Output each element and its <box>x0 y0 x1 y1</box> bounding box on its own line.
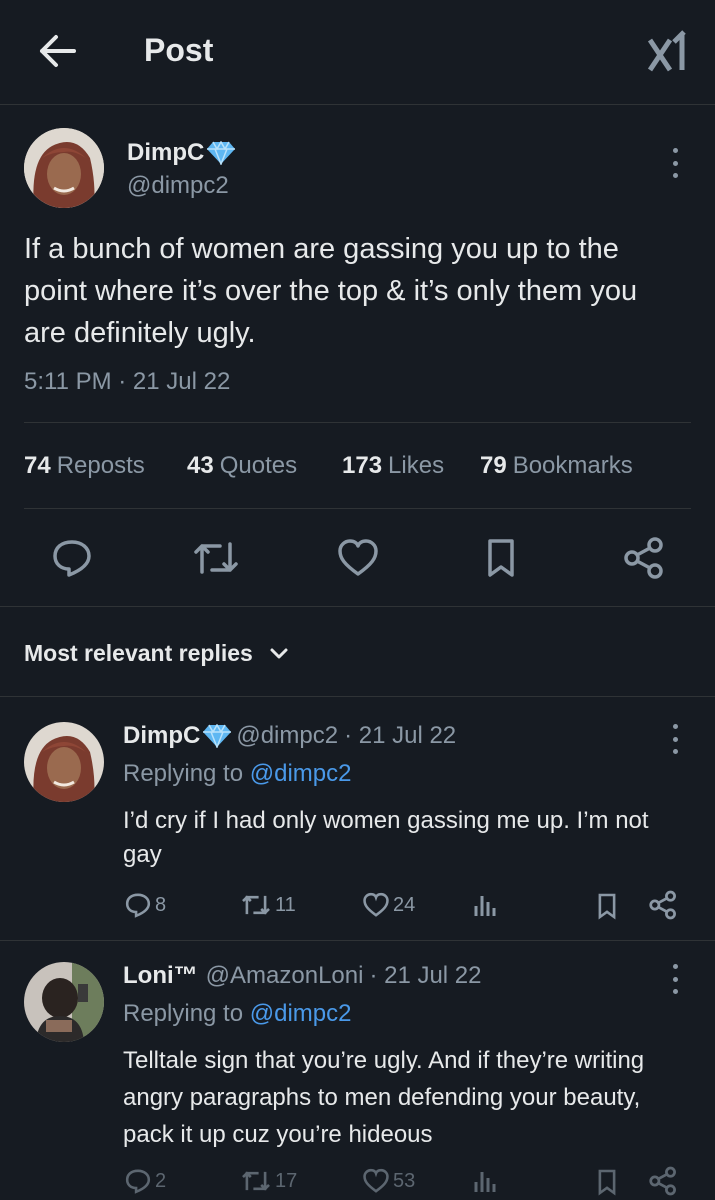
author-name-text: DimpC <box>127 139 205 166</box>
reposts-count: 11 <box>275 893 296 916</box>
like-button[interactable] <box>336 538 380 578</box>
reply-reposts-action[interactable]: 17 <box>240 1168 297 1194</box>
more-options-icon[interactable] <box>670 964 680 994</box>
filter-divider <box>0 696 715 697</box>
actions-divider <box>0 606 715 607</box>
page-title: Post <box>144 32 214 68</box>
repost-button[interactable] <box>192 538 240 578</box>
share-icon <box>649 890 676 920</box>
bookmark-button[interactable] <box>484 538 518 578</box>
stats-bottom-divider <box>24 508 691 509</box>
reply-text: I’d cry if I had only women gassing me u… <box>123 807 649 868</box>
reply-replies-action[interactable]: 8 <box>124 892 166 918</box>
reply-views-action[interactable] <box>472 892 498 918</box>
reply-bookmark-action[interactable] <box>596 892 618 920</box>
reposts-stat[interactable]: 74 Reposts <box>24 452 145 480</box>
reposts-label: Reposts <box>56 452 145 479</box>
likes-count: 53 <box>393 1169 416 1192</box>
quotes-label: Quotes <box>219 452 298 479</box>
back-button[interactable] <box>36 32 78 70</box>
reply-bookmark-action[interactable] <box>596 1168 618 1196</box>
repost-icon <box>242 895 270 915</box>
reply-icon <box>53 540 91 577</box>
like-icon <box>338 539 378 576</box>
likes-count: 24 <box>393 893 416 916</box>
reply-date[interactable]: · 21 Jul 22 <box>344 722 456 750</box>
quotes-count: 43 <box>187 452 214 479</box>
replying-to: Replying to @dimpc2 <box>123 760 351 788</box>
bookmarks-count: 79 <box>480 452 507 479</box>
diamond-icon <box>206 141 236 165</box>
replies-count: 2 <box>155 1169 167 1192</box>
reply-divider <box>0 940 715 941</box>
repost-icon <box>194 542 238 574</box>
reply-share-action[interactable] <box>648 890 678 920</box>
reply-replies-action[interactable]: 2 <box>124 1168 166 1194</box>
likes-count: 173 <box>342 452 383 479</box>
avatar[interactable] <box>24 962 104 1042</box>
avatar[interactable] <box>24 722 104 802</box>
diamond-icon <box>202 724 232 748</box>
replying-to-prefix: Replying to <box>123 1000 244 1027</box>
repost-icon <box>242 1171 270 1191</box>
replying-to-link[interactable]: @dimpc2 <box>250 1000 352 1027</box>
reply-header: DimpC @dimpc2 · 21 Jul 22 <box>123 722 456 750</box>
header-divider <box>0 104 715 105</box>
like-icon <box>363 892 389 917</box>
reply-share-action[interactable] <box>648 1166 678 1196</box>
replies-filter-dropdown[interactable]: Most relevant replies <box>24 640 289 667</box>
reply-date[interactable]: · 21 Jul 22 <box>369 962 481 990</box>
bookmarks-label: Bookmarks <box>512 452 633 479</box>
replies-filter-label: Most relevant replies <box>24 640 253 666</box>
reply-author-name[interactable]: Loni™ <box>123 962 198 990</box>
chevron-down-icon <box>269 647 289 661</box>
likes-label: Likes <box>388 452 445 479</box>
reply-reposts-action[interactable]: 11 <box>240 892 296 918</box>
reply-likes-action[interactable]: 53 <box>362 1168 415 1194</box>
replies-count: 8 <box>155 893 167 916</box>
reply-views-action[interactable] <box>472 1168 498 1194</box>
post-timestamp[interactable]: 5:11 PM · 21 Jul 22 <box>24 368 230 396</box>
reposts-count: 74 <box>24 452 51 479</box>
views-icon <box>474 896 496 916</box>
author-name[interactable]: DimpC <box>127 139 236 167</box>
more-options-icon[interactable] <box>670 724 680 754</box>
replying-to: Replying to @dimpc2 <box>123 1000 351 1028</box>
x-logo-icon[interactable] <box>648 30 688 72</box>
share-icon <box>624 537 663 579</box>
replying-to-prefix: Replying to <box>123 760 244 787</box>
reply-icon <box>125 893 151 918</box>
reply-icon <box>125 1169 151 1194</box>
more-options-icon[interactable] <box>670 148 680 178</box>
views-icon <box>474 1172 496 1192</box>
reposts-count: 17 <box>275 1169 298 1192</box>
author-handle[interactable]: @dimpc2 <box>127 172 229 200</box>
bookmarks-stat[interactable]: 79 Bookmarks <box>480 452 633 480</box>
reply-button[interactable] <box>50 538 94 578</box>
reply-author-handle[interactable]: @dimpc2 <box>236 722 338 750</box>
reply-author-name[interactable]: DimpC <box>123 722 200 750</box>
post-text: If a bunch of women are gassing you up t… <box>24 233 638 349</box>
reply-author-handle[interactable]: @AmazonLoni <box>206 962 364 990</box>
quotes-stat[interactable]: 43 Quotes <box>187 452 297 480</box>
bookmark-icon <box>598 893 616 920</box>
bookmark-icon <box>488 539 514 577</box>
reply-likes-action[interactable]: 24 <box>362 892 415 918</box>
bookmark-icon <box>598 1169 616 1196</box>
avatar[interactable] <box>24 128 104 208</box>
share-button[interactable] <box>622 536 666 580</box>
like-icon <box>363 1168 389 1193</box>
reply-header: Loni™ @AmazonLoni · 21 Jul 22 <box>123 962 482 990</box>
arrow-left-icon <box>40 35 76 67</box>
reply-text: Telltale sign that you’re ugly. And if t… <box>123 1047 645 1148</box>
likes-stat[interactable]: 173 Likes <box>342 452 444 480</box>
stats-top-divider <box>24 422 691 423</box>
replying-to-link[interactable]: @dimpc2 <box>250 760 352 787</box>
share-icon <box>649 1166 676 1196</box>
